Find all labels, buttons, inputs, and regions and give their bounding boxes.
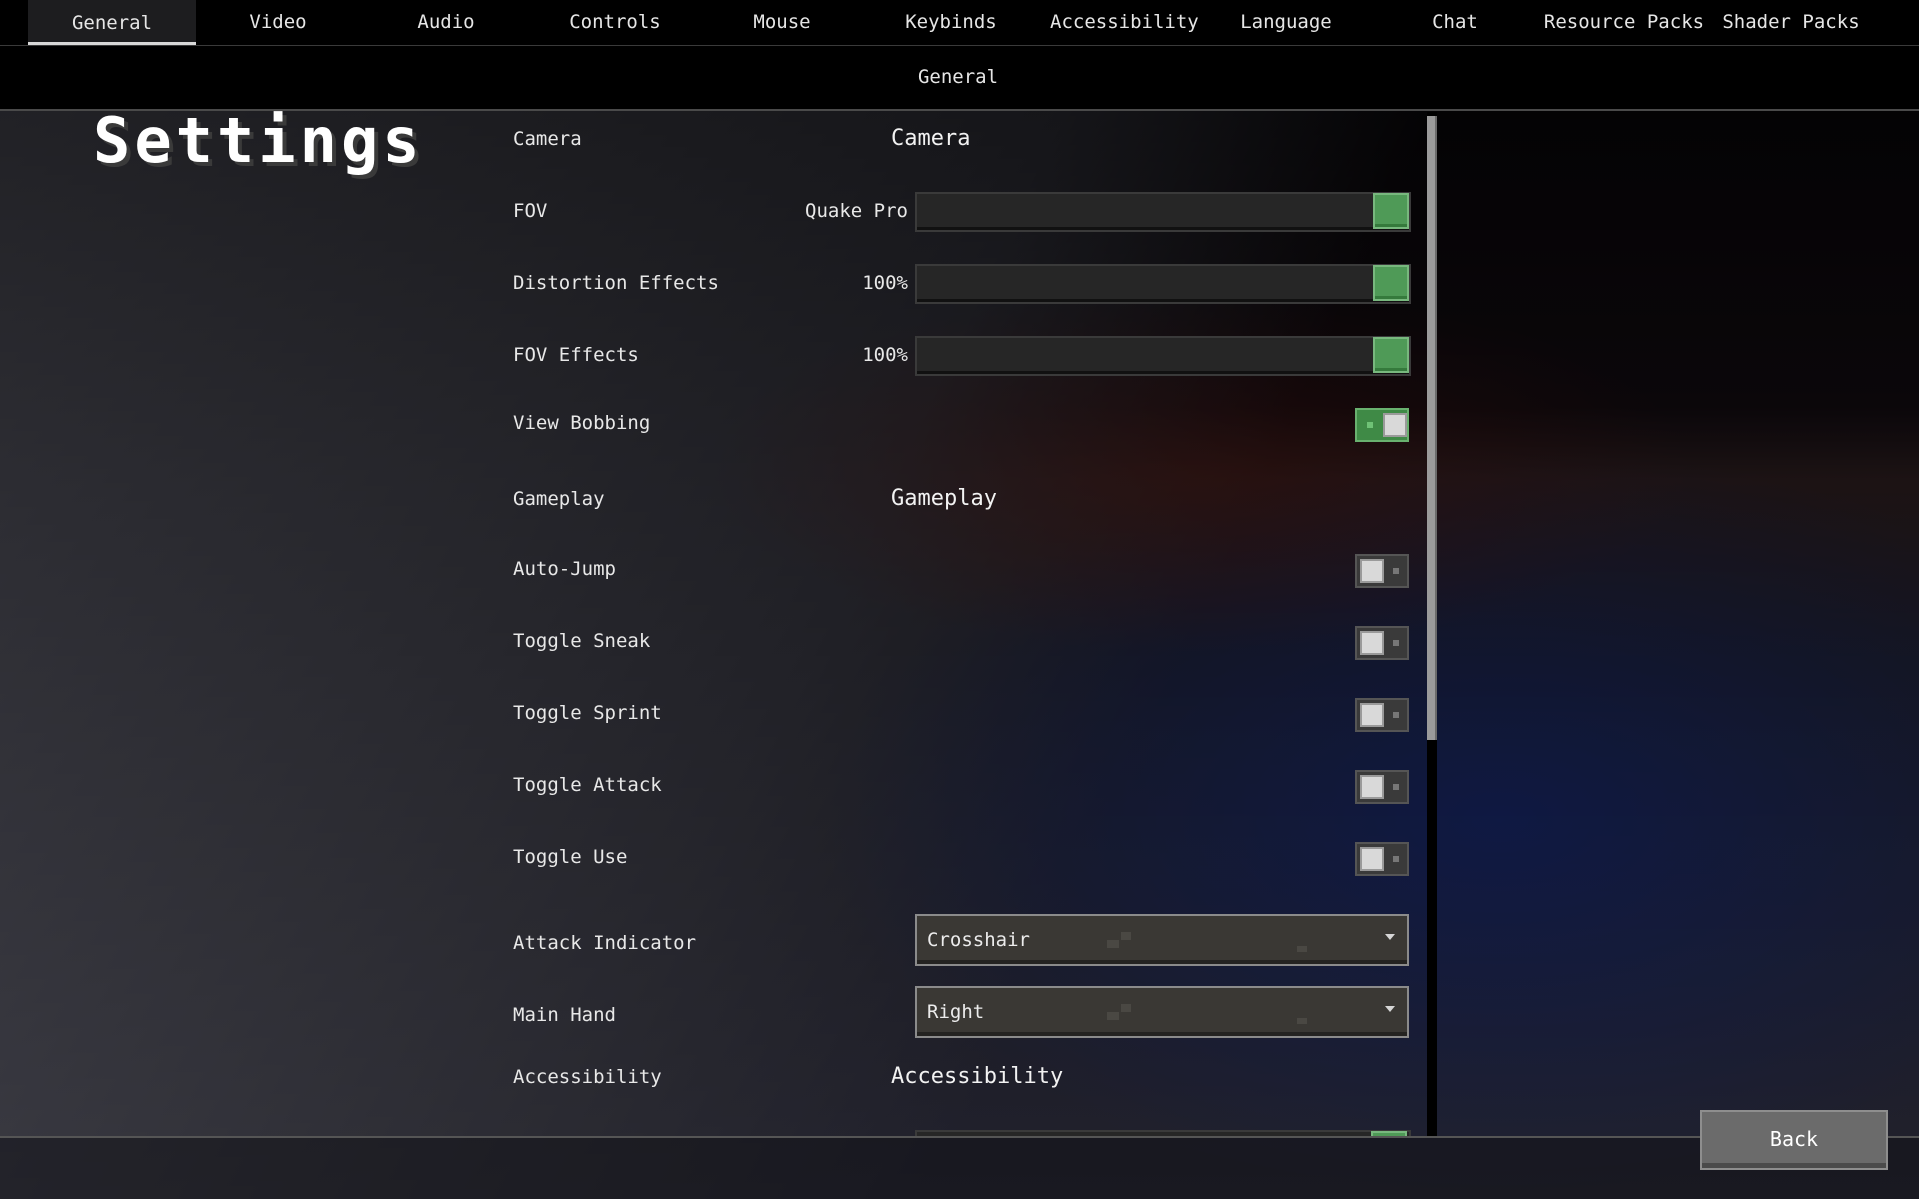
setting-fov-effects-label: FOV Effects <box>513 344 639 366</box>
attack-indicator-select[interactable]: Crosshair <box>915 914 1409 966</box>
setting-distortion-effects-value: 100% <box>862 272 908 294</box>
toggle-indicator-dot <box>1393 640 1399 646</box>
main-hand-select[interactable]: Right <box>915 986 1409 1038</box>
setting-toggle-attack: Toggle Attack <box>500 748 1410 820</box>
dropdown-texture-speck <box>1107 940 1119 948</box>
toggle-knob <box>1360 847 1384 871</box>
tab-resource-packs[interactable]: Resource Packs <box>1542 8 1706 38</box>
distortion-effects-slider-handle[interactable] <box>1373 265 1409 301</box>
view-bobbing-toggle[interactable] <box>1355 408 1409 442</box>
chevron-down-icon <box>1385 1006 1395 1012</box>
tab-shader-packs[interactable]: Shader Packs <box>1716 8 1866 38</box>
setting-toggle-sneak-label: Toggle Sneak <box>513 630 651 652</box>
setting-attack-indicator-label: Attack Indicator <box>513 932 697 954</box>
setting-fov: FOV Quake Pro <box>500 172 1411 244</box>
toggle-indicator-dot <box>1367 422 1373 428</box>
footer-bar <box>0 1136 1919 1199</box>
setting-auto-jump-label: Auto-Jump <box>513 558 616 580</box>
setting-fov-effects-value: 100% <box>862 344 908 366</box>
scrollbar-thumb[interactable] <box>1427 116 1437 740</box>
toggle-knob <box>1360 631 1384 655</box>
fov-effects-slider[interactable] <box>915 336 1411 376</box>
setting-toggle-sprint-label: Toggle Sprint <box>513 702 662 724</box>
toggle-indicator-dot <box>1393 712 1399 718</box>
setting-distortion-effects-label: Distortion Effects <box>513 272 719 294</box>
main-hand-value: Right <box>927 1001 985 1023</box>
setting-toggle-use-label: Toggle Use <box>513 846 628 868</box>
setting-toggle-sprint: Toggle Sprint <box>500 676 1410 748</box>
fov-effects-slider-handle[interactable] <box>1373 337 1409 373</box>
tab-controls[interactable]: Controls <box>549 8 681 38</box>
dropdown-texture-speck <box>1297 1018 1307 1024</box>
toggle-knob <box>1383 413 1407 437</box>
setting-toggle-attack-label: Toggle Attack <box>513 774 662 796</box>
tab-language[interactable]: Language <box>1220 8 1352 38</box>
auto-jump-toggle[interactable] <box>1355 554 1409 588</box>
fov-slider[interactable] <box>915 192 1411 232</box>
page-title: Settings <box>93 104 424 177</box>
section-camera: Camera Camera <box>500 112 1410 172</box>
subtab-general[interactable]: General <box>900 66 1016 88</box>
section-accessibility: Accessibility Accessibility <box>500 1036 1410 1108</box>
settings-list: Camera Camera FOV Quake Pro Distortion E… <box>500 112 1428 1136</box>
tab-chat[interactable]: Chat <box>1389 8 1521 38</box>
section-accessibility-label: Accessibility <box>513 1066 662 1088</box>
setting-view-bobbing-label: View Bobbing <box>513 412 651 434</box>
footer-divider <box>0 1136 1919 1138</box>
section-gameplay: Gameplay Gameplay <box>500 460 1410 532</box>
fov-slider-handle[interactable] <box>1373 193 1409 229</box>
setting-toggle-sneak: Toggle Sneak <box>500 604 1410 676</box>
section-camera-title: Camera <box>891 126 971 151</box>
setting-auto-jump: Auto-Jump <box>500 532 1410 604</box>
dropdown-texture-speck <box>1121 932 1131 940</box>
toggle-sprint-toggle[interactable] <box>1355 698 1409 732</box>
setting-fov-label: FOV <box>513 200 548 222</box>
setting-fov-value: Quake Pro <box>805 200 908 222</box>
chevron-down-icon <box>1385 934 1395 940</box>
setting-main-hand-label: Main Hand <box>513 1004 616 1026</box>
toggle-use-toggle[interactable] <box>1355 842 1409 876</box>
toggle-knob <box>1360 775 1384 799</box>
settings-tab-bar: General Video Audio Controls Mouse Keybi… <box>0 0 1919 46</box>
section-gameplay-label: Gameplay <box>513 488 605 510</box>
toggle-sneak-toggle[interactable] <box>1355 626 1409 660</box>
section-camera-label: Camera <box>513 128 582 150</box>
setting-fov-effects: FOV Effects 100% <box>500 316 1411 388</box>
toggle-attack-toggle[interactable] <box>1355 770 1409 804</box>
tab-general[interactable]: General <box>28 0 196 46</box>
tab-mouse[interactable]: Mouse <box>716 8 848 38</box>
setting-toggle-use: Toggle Use <box>500 820 1410 892</box>
toggle-indicator-dot <box>1393 568 1399 574</box>
tab-video[interactable]: Video <box>212 8 344 38</box>
toggle-knob <box>1360 559 1384 583</box>
setting-view-bobbing: View Bobbing <box>500 388 1410 460</box>
toggle-indicator-dot <box>1393 856 1399 862</box>
tab-keybinds[interactable]: Keybinds <box>885 8 1017 38</box>
section-gameplay-title: Gameplay <box>891 486 997 511</box>
dropdown-texture-speck <box>1297 946 1307 952</box>
attack-indicator-value: Crosshair <box>927 929 1030 951</box>
toggle-knob <box>1360 703 1384 727</box>
toggle-indicator-dot <box>1393 784 1399 790</box>
tab-audio[interactable]: Audio <box>380 8 512 38</box>
subtab-bar: General <box>0 46 1919 111</box>
settings-screen: General Video Audio Controls Mouse Keybi… <box>0 0 1919 1199</box>
tab-accessibility[interactable]: Accessibility <box>1050 8 1199 38</box>
dropdown-texture-speck <box>1121 1004 1131 1012</box>
setting-distortion-effects: Distortion Effects 100% <box>500 244 1411 316</box>
back-button[interactable]: Back <box>1700 1110 1888 1170</box>
section-accessibility-title: Accessibility <box>891 1064 1064 1089</box>
dropdown-texture-speck <box>1107 1012 1119 1020</box>
settings-scrollbar[interactable] <box>1427 112 1437 1136</box>
distortion-effects-slider[interactable] <box>915 264 1411 304</box>
